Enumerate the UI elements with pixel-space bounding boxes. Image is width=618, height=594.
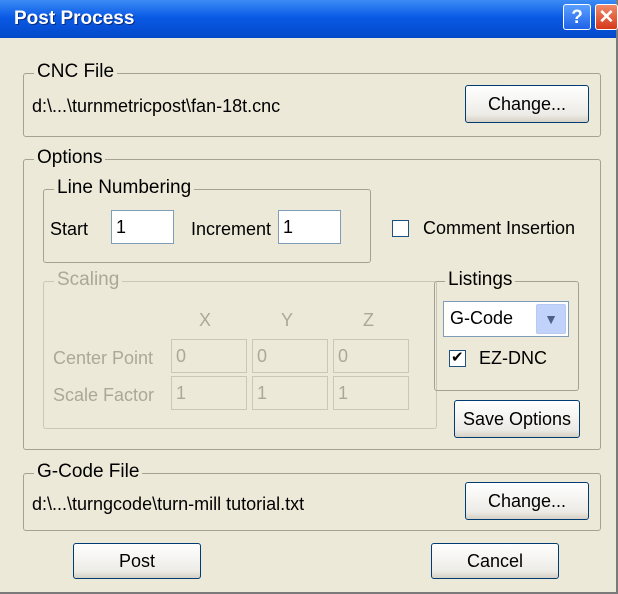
scaling-group: Scaling X Y Z Center Point 0 0 0 Scale F… xyxy=(43,269,437,429)
center-point-x-input[interactable]: 0 xyxy=(171,339,247,373)
cnc-file-path: d:\...\turnmetricpost\fan-18t.cnc xyxy=(32,96,281,116)
center-point-z-input[interactable]: 0 xyxy=(333,339,409,373)
listings-selected-value: G-Code xyxy=(450,308,514,328)
listings-dropdown[interactable]: G-Code ▼ xyxy=(443,301,569,337)
gcode-file-legend: G-Code File xyxy=(34,461,143,483)
ez-dnc-label[interactable]: EZ-DNC xyxy=(479,348,547,369)
options-legend: Options xyxy=(34,147,106,169)
line-numbering-legend: Line Numbering xyxy=(54,177,195,199)
cnc-file-legend: CNC File xyxy=(34,61,118,83)
window-title: Post Process xyxy=(14,8,135,29)
cancel-button[interactable]: Cancel xyxy=(431,543,559,579)
scaling-legend: Scaling xyxy=(54,269,123,291)
comment-insertion-checkbox[interactable] xyxy=(392,220,409,237)
comment-insertion-label[interactable]: Comment Insertion xyxy=(423,218,575,239)
cnc-change-button[interactable]: Change... xyxy=(465,85,589,123)
center-point-y-input[interactable]: 0 xyxy=(252,339,328,373)
scale-factor-z-input[interactable]: 1 xyxy=(333,376,409,410)
save-options-button[interactable]: Save Options xyxy=(454,400,580,438)
listings-legend: Listings xyxy=(445,269,516,291)
listings-group: Listings G-Code ▼ EZ-DNC xyxy=(434,269,579,391)
start-input[interactable]: 1 xyxy=(111,210,174,244)
title-bar[interactable]: Post Process ? ✕ xyxy=(0,0,618,38)
post-process-dialog: Post Process ? ✕ CNC File d:\...\turnmet… xyxy=(0,0,618,594)
close-button[interactable]: ✕ xyxy=(595,4,618,30)
scale-factor-y-input[interactable]: 1 xyxy=(252,376,328,410)
increment-label: Increment xyxy=(191,219,272,239)
options-group: Options Line Numbering Start 1 Increment… xyxy=(23,147,601,450)
ez-dnc-checkbox[interactable] xyxy=(449,348,466,367)
gcode-file-group: G-Code File d:\...\turngcode\turn-mill t… xyxy=(23,461,601,531)
increment-input[interactable]: 1 xyxy=(278,210,341,244)
post-button[interactable]: Post xyxy=(73,543,201,579)
center-point-label: Center Point xyxy=(53,348,154,368)
line-numbering-group: Line Numbering Start 1 Increment 1 xyxy=(43,177,371,263)
scale-factor-label: Scale Factor xyxy=(53,385,155,405)
help-button[interactable]: ? xyxy=(563,4,591,30)
start-label: Start xyxy=(50,219,89,239)
column-y-label: Y xyxy=(281,310,294,330)
gcode-file-path: d:\...\turngcode\turn-mill tutorial.txt xyxy=(32,494,305,514)
cnc-file-group: CNC File d:\...\turnmetricpost\fan-18t.c… xyxy=(23,61,601,137)
scale-factor-x-input[interactable]: 1 xyxy=(171,376,247,410)
column-z-label: Z xyxy=(363,310,374,330)
column-x-label: X xyxy=(199,310,212,330)
chevron-down-icon[interactable]: ▼ xyxy=(536,304,566,334)
gcode-change-button[interactable]: Change... xyxy=(465,482,589,520)
